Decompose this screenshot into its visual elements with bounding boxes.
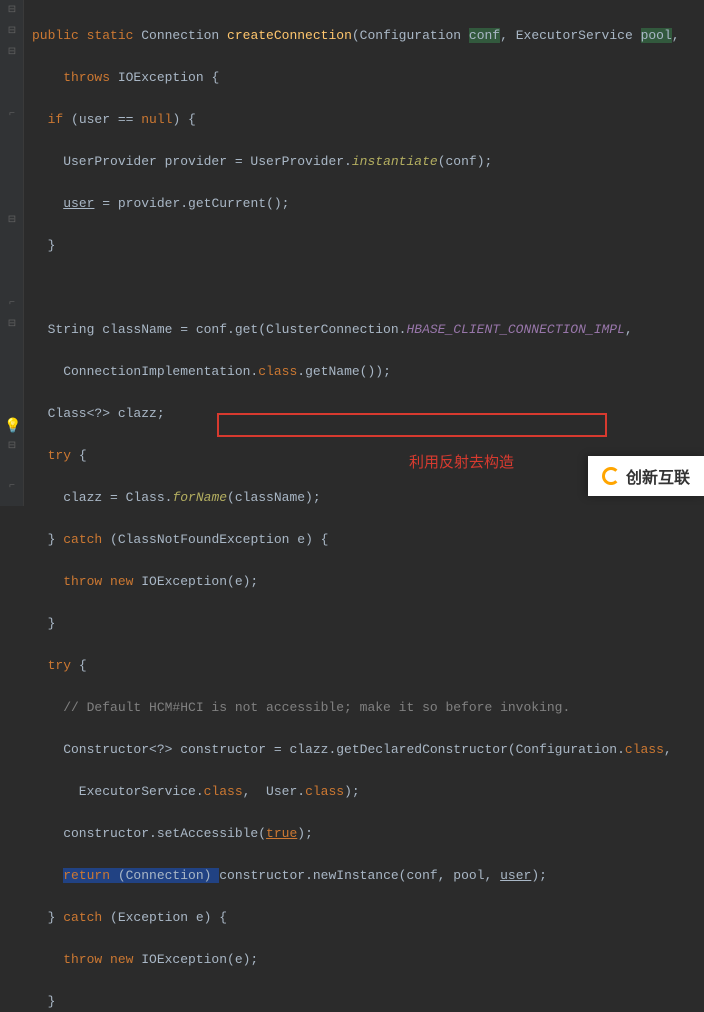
code-line: } (32, 991, 704, 1012)
code-line: Constructor<?> constructor = clazz.getDe… (32, 739, 704, 760)
code-line: } catch (ClassNotFoundException e) { (32, 529, 704, 550)
code-line: if (user == null) { (32, 109, 704, 130)
code-line: public static Connection createConnectio… (32, 25, 704, 46)
code-line: ExecutorService.class, User.class); (32, 781, 704, 802)
code-line: } catch (Exception e) { (32, 907, 704, 928)
fold-end-icon[interactable]: ⌐ (6, 298, 18, 310)
fold-marker-icon[interactable]: ⊟ (6, 46, 18, 58)
code-line: try { (32, 655, 704, 676)
code-line: } (32, 613, 704, 634)
code-line: String className = conf.get(ClusterConne… (32, 319, 704, 340)
fold-marker-icon[interactable]: ⊟ (6, 25, 18, 37)
editor-gutter: ⊟ ⊟ ⊟ ⌐ ⊟ ⌐ ⊟ 💡 ⊟ ⌐ (0, 0, 24, 506)
code-line: UserProvider provider = UserProvider.ins… (32, 151, 704, 172)
code-line: user = provider.getCurrent(); (32, 193, 704, 214)
watermark-logo-icon (602, 467, 620, 485)
fold-end-icon[interactable]: ⌐ (6, 481, 18, 493)
code-line (32, 277, 704, 298)
annotation-text: 利用反射去构造 (409, 452, 514, 473)
fold-marker-icon[interactable]: ⊟ (6, 4, 18, 16)
fold-marker-icon[interactable]: ⊟ (6, 318, 18, 330)
code-line: return (Connection) constructor.newInsta… (32, 865, 704, 886)
watermark-badge: 创新互联 (588, 456, 704, 496)
fold-marker-icon[interactable]: ⊟ (6, 214, 18, 226)
watermark-text: 创新互联 (626, 464, 690, 488)
fold-end-icon[interactable]: ⌐ (6, 109, 18, 121)
code-line: ConnectionImplementation.class.getName()… (32, 361, 704, 382)
code-line: constructor.setAccessible(true); (32, 823, 704, 844)
code-line: } (32, 235, 704, 256)
code-line: Class<?> clazz; (32, 403, 704, 424)
code-line: // Default HCM#HCI is not accessible; ma… (32, 697, 704, 718)
code-editor[interactable]: public static Connection createConnectio… (24, 0, 704, 506)
code-line: throw new IOException(e); (32, 949, 704, 970)
fold-marker-icon[interactable]: ⊟ (6, 440, 18, 452)
intention-bulb-icon[interactable]: 💡 (4, 418, 21, 435)
code-line: throws IOException { (32, 67, 704, 88)
code-line: throw new IOException(e); (32, 571, 704, 592)
